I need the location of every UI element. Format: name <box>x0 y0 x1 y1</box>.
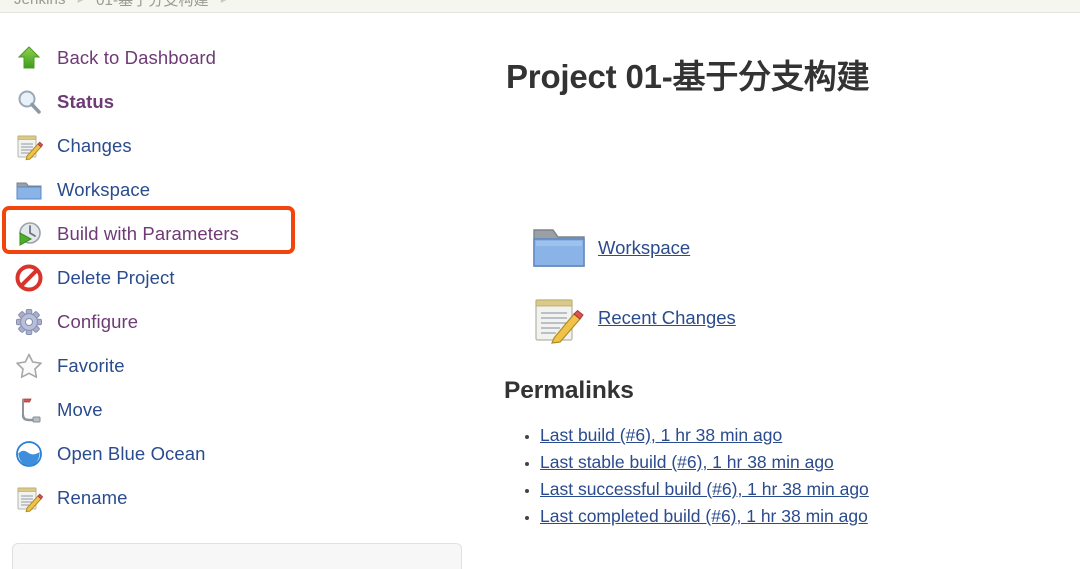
list-item: Last completed build (#6), 1 hr 38 min a… <box>540 507 869 527</box>
folder-icon <box>530 222 588 274</box>
sidebar-item-back-to-dashboard[interactable]: Back to Dashboard <box>0 36 470 80</box>
page-title: Project 01-基于分支构建 <box>506 58 870 95</box>
sidebar-item-configure[interactable]: Configure <box>0 300 470 344</box>
green-up-arrow-icon <box>14 43 44 73</box>
breadcrumb: Jenkins ▸ 01-基于分支构建 ▸ <box>0 0 1080 13</box>
sidebar-item-label: Rename <box>57 487 128 508</box>
blue-ocean-wave-icon <box>14 439 44 469</box>
sidebar-item-label: Changes <box>57 135 132 156</box>
workspace-link[interactable]: Workspace <box>598 237 690 259</box>
sidebar-item-favorite[interactable]: Favorite <box>0 344 470 388</box>
permalink-last-completed-build[interactable]: Last completed build (#6), 1 hr 38 min a… <box>540 506 868 526</box>
sidebar-item-workspace[interactable]: Workspace <box>0 168 470 212</box>
workspace-link-row[interactable]: Workspace <box>530 222 690 274</box>
sidebar-item-label: Workspace <box>57 179 151 200</box>
sidebar-item-label: Move <box>57 399 103 420</box>
permalink-last-successful-build[interactable]: Last successful build (#6), 1 hr 38 min … <box>540 479 869 499</box>
sidebar-item-label: Build with Parameters <box>57 223 240 244</box>
chevron-right-icon: ▸ <box>77 0 84 6</box>
notepad-pencil-icon <box>530 292 588 344</box>
sidebar-item-label: Favorite <box>57 355 125 376</box>
notepad-pencil-icon <box>14 131 44 161</box>
permalink-last-build[interactable]: Last build (#6), 1 hr 38 min ago <box>540 425 782 445</box>
folder-icon <box>14 175 44 205</box>
sidebar-item-rename[interactable]: Rename <box>0 476 470 520</box>
sidebar-item-move[interactable]: Move <box>0 388 470 432</box>
sidebar-item-label: Configure <box>57 311 139 332</box>
star-outline-icon <box>14 351 44 381</box>
list-item: Last stable build (#6), 1 hr 38 min ago <box>540 453 869 473</box>
sidebar: Back to Dashboard Status Changes Workspa… <box>0 14 470 569</box>
move-crane-icon <box>14 395 44 425</box>
sidebar-item-changes[interactable]: Changes <box>0 124 470 168</box>
sidebar-item-build-with-parameters[interactable]: Build with Parameters <box>0 212 470 256</box>
recent-changes-link[interactable]: Recent Changes <box>598 307 736 329</box>
breadcrumb-item-jenkins[interactable]: Jenkins <box>14 0 66 8</box>
no-entry-icon <box>14 263 44 293</box>
list-item: Last successful build (#6), 1 hr 38 min … <box>540 480 869 500</box>
sidebar-item-open-blue-ocean[interactable]: Open Blue Ocean <box>0 432 470 476</box>
sidebar-item-status[interactable]: Status <box>0 80 470 124</box>
build-executor-panel <box>12 543 462 569</box>
breadcrumb-item-project[interactable]: 01-基于分支构建 <box>96 0 209 10</box>
chevron-right-icon: ▸ <box>220 0 227 6</box>
sidebar-item-label: Delete Project <box>57 267 175 288</box>
permalinks-list: Last build (#6), 1 hr 38 min ago Last st… <box>504 426 869 534</box>
sidebar-item-delete-project[interactable]: Delete Project <box>0 256 470 300</box>
list-item: Last build (#6), 1 hr 38 min ago <box>540 426 869 446</box>
sidebar-item-label: Back to Dashboard <box>57 47 217 68</box>
sidebar-item-label: Status <box>57 91 115 112</box>
recent-changes-link-row[interactable]: Recent Changes <box>530 292 736 344</box>
permalinks-heading: Permalinks <box>504 377 634 404</box>
sidebar-nav: Back to Dashboard Status Changes Workspa… <box>0 36 470 520</box>
gear-icon <box>14 307 44 337</box>
magnifier-icon <box>14 87 44 117</box>
sidebar-item-label: Open Blue Ocean <box>57 443 206 464</box>
notepad-pencil-icon <box>14 483 44 513</box>
permalink-last-stable-build[interactable]: Last stable build (#6), 1 hr 38 min ago <box>540 452 834 472</box>
main-content: Project 01-基于分支构建 Workspace Recent Chang… <box>470 14 1080 554</box>
build-play-clock-icon <box>14 219 44 249</box>
